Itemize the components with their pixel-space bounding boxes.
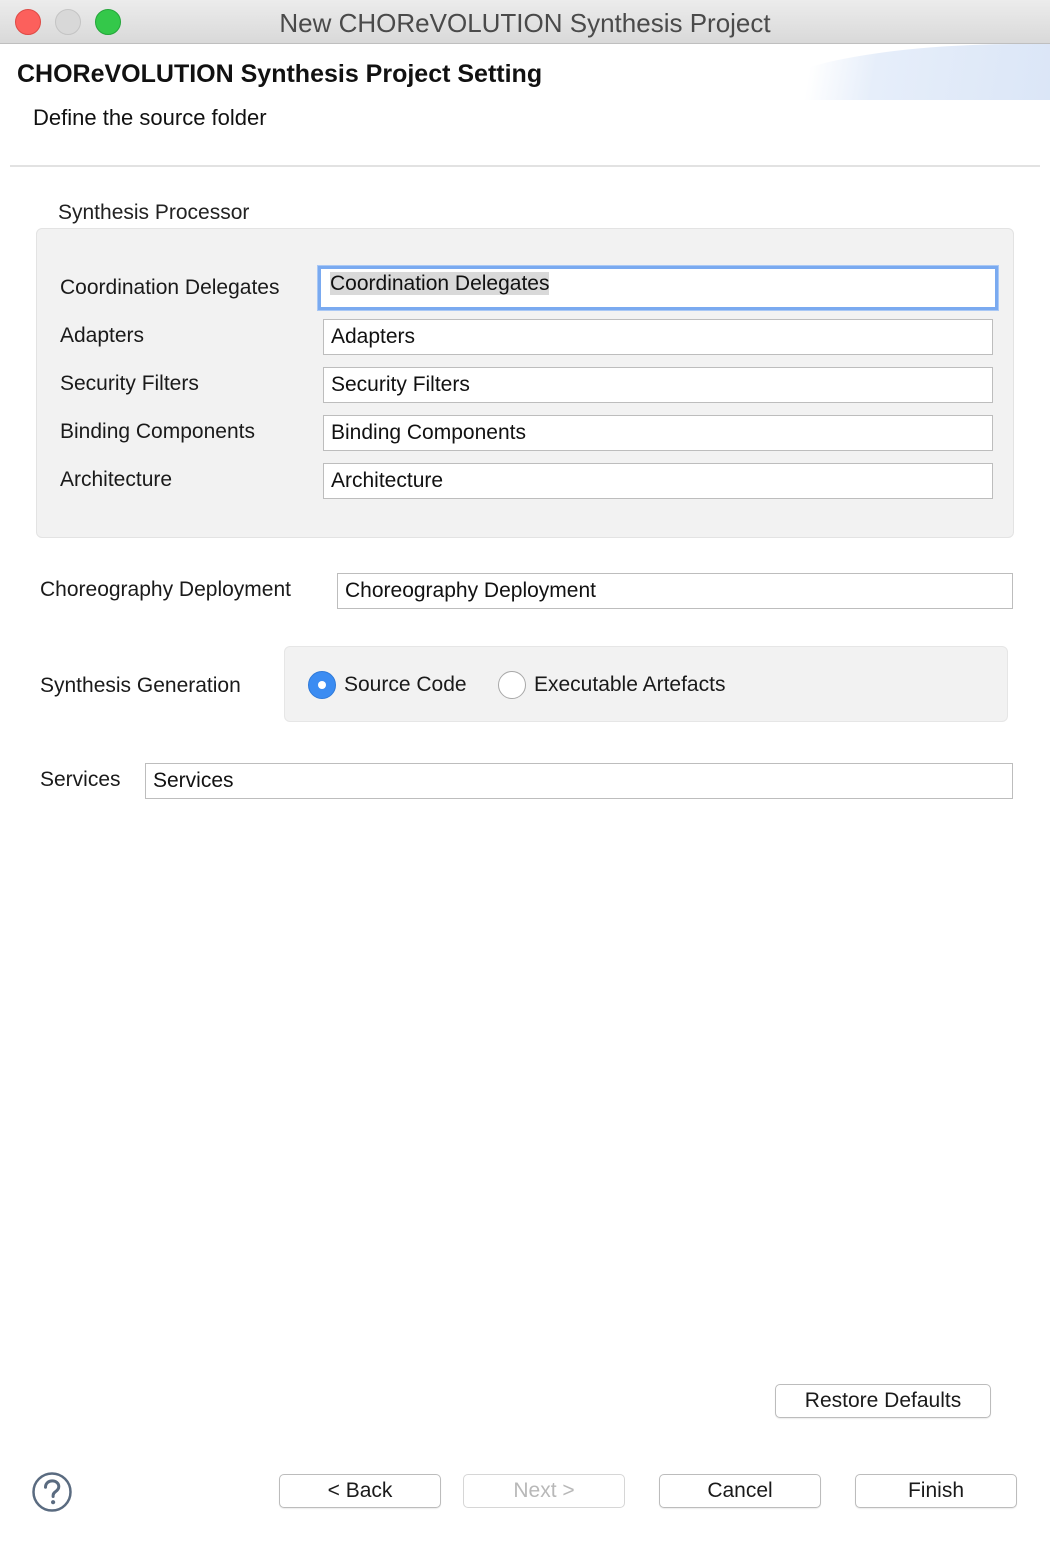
adapters-field[interactable]: Adapters <box>323 319 993 355</box>
executable-artefacts-radio-label[interactable]: Executable Artefacts <box>534 673 725 697</box>
source-code-radio-label[interactable]: Source Code <box>344 673 467 697</box>
synthesis-generation-radio-group: Source Code Executable Artefacts <box>284 646 1008 722</box>
header-divider <box>10 165 1040 167</box>
cancel-button[interactable]: Cancel <box>659 1474 821 1508</box>
window-title: New CHOReVOLUTION Synthesis Project <box>279 8 771 38</box>
adapters-label: Adapters <box>60 324 145 347</box>
services-field[interactable]: Services <box>145 763 1013 799</box>
security-filters-label: Security Filters <box>60 372 199 395</box>
executable-artefacts-radio[interactable] <box>498 671 526 699</box>
coordination-delegates-field[interactable]: Coordination Delegates <box>318 266 998 310</box>
help-icon[interactable] <box>31 1471 73 1513</box>
synthesis-generation-label: Synthesis Generation <box>40 674 241 697</box>
architecture-field[interactable]: Architecture <box>323 463 993 499</box>
finish-button[interactable]: Finish <box>855 1474 1017 1508</box>
restore-defaults-button[interactable]: Restore Defaults <box>775 1384 991 1418</box>
coordination-delegates-value: Coordination Delegates <box>330 272 550 295</box>
synthesis-processor-group-label: Synthesis Processor <box>58 201 250 224</box>
choreography-deployment-label: Choreography Deployment <box>40 578 291 601</box>
security-filters-field[interactable]: Security Filters <box>323 367 993 403</box>
back-button[interactable]: < Back <box>279 1474 441 1508</box>
services-label: Services <box>40 768 121 791</box>
binding-components-field[interactable]: Binding Components <box>323 415 993 451</box>
architecture-label: Architecture <box>60 468 173 491</box>
coordination-delegates-label: Coordination Delegates <box>60 276 280 299</box>
window-titlebar: New CHOReVOLUTION Synthesis Project <box>0 0 1050 44</box>
binding-components-label: Binding Components <box>60 420 255 443</box>
choreography-deployment-field[interactable]: Choreography Deployment <box>337 573 1013 609</box>
page-description: Define the source folder <box>33 105 267 130</box>
banner-graphic <box>760 44 1050 100</box>
source-code-radio[interactable] <box>308 671 336 699</box>
next-button[interactable]: Next > <box>463 1474 625 1508</box>
page-title: CHOReVOLUTION Synthesis Project Setting <box>17 60 543 88</box>
